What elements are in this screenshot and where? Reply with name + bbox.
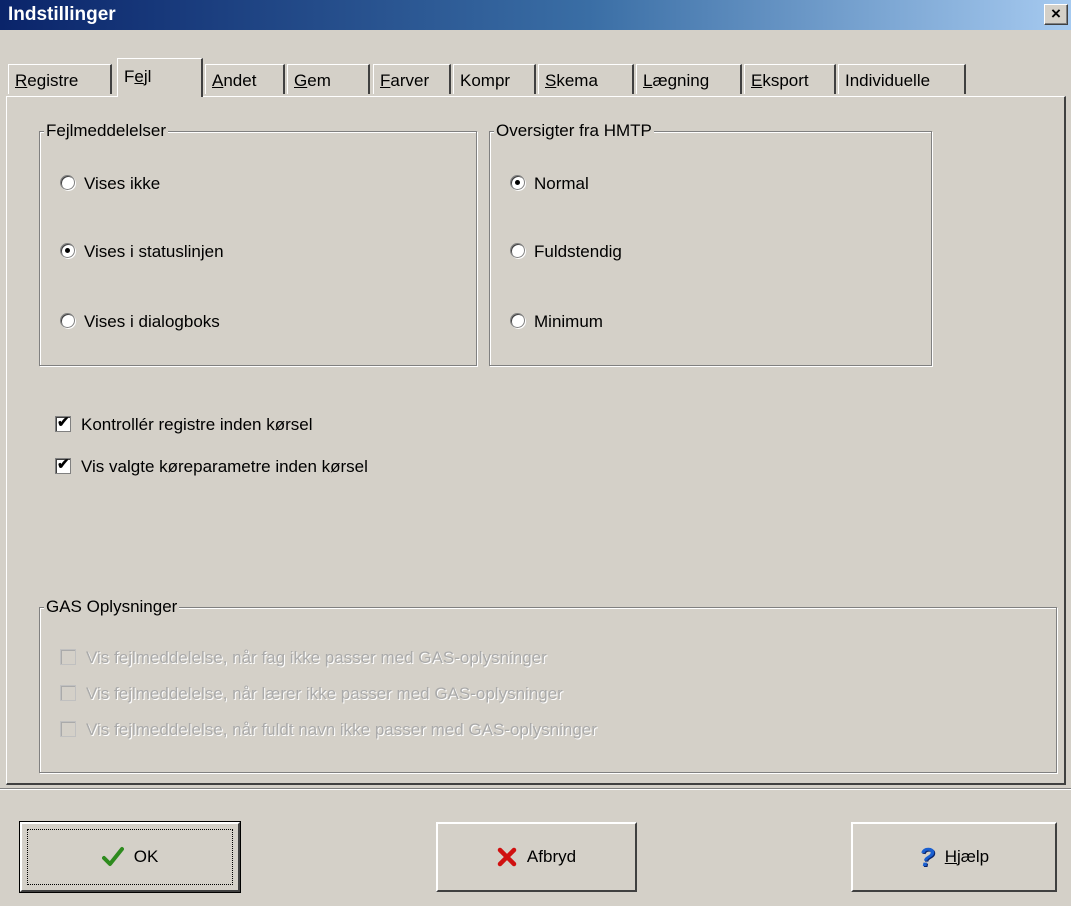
check-kontroller-registre[interactable]: Kontrollér registre inden kørsel <box>55 413 312 435</box>
fejlmeddelelser-title: Fejlmeddelelser <box>44 121 168 141</box>
help-label: Hjælp <box>944 847 990 866</box>
check-gas-fuldt-navn: Vis fejlmeddelelse, når fuldt navn ikke … <box>60 720 597 740</box>
cancel-label: Afbryd <box>526 847 577 866</box>
checkbox-disabled <box>60 649 76 665</box>
ok-button[interactable]: OK <box>19 821 241 893</box>
oversigter-group: Oversigter fra HMTP Normal Fuldstendig M… <box>489 121 932 366</box>
check-gas-laerer: Vis fejlmeddelelse, når lærer ikke passe… <box>60 684 563 704</box>
title-bar: Indstillinger × <box>0 0 1071 30</box>
tab-registre[interactable]: Registre <box>8 64 112 94</box>
checkbox-disabled <box>60 721 76 737</box>
tab-eksport[interactable]: Eksport <box>744 64 836 94</box>
gas-title: GAS Oplysninger <box>44 597 180 617</box>
focus-rectangle <box>27 829 233 885</box>
oversigter-title: Oversigter fra HMTP <box>494 121 654 141</box>
red-x-icon <box>497 847 517 867</box>
radio-vises-ikke[interactable]: Vises ikke <box>60 174 160 194</box>
radio-button[interactable] <box>510 313 525 328</box>
tab-fejl[interactable]: Fejl <box>117 58 203 97</box>
window-title: Indstillinger <box>8 4 116 25</box>
tab-gem[interactable]: Gem <box>287 64 370 94</box>
radio-button[interactable] <box>60 175 75 190</box>
check-gas-fag: Vis fejlmeddelelse, når fag ikke passer … <box>60 648 547 668</box>
checkbox-disabled <box>60 685 76 701</box>
check-vis-koereparametre[interactable]: Vis valgte køreparametre inden kørsel <box>55 455 368 477</box>
close-icon: × <box>1051 4 1061 23</box>
tab-skema[interactable]: Skema <box>538 64 634 94</box>
radio-minimum[interactable]: Minimum <box>510 312 603 332</box>
radio-vises-i-dialogboks[interactable]: Vises i dialogboks <box>60 312 220 332</box>
tab-laegning[interactable]: Lægning <box>636 64 742 94</box>
radio-normal[interactable]: Normal <box>510 174 589 194</box>
tab-farver[interactable]: Farver <box>373 64 451 94</box>
checkbox-checked[interactable] <box>55 413 71 432</box>
tab-andet[interactable]: Andet <box>205 64 285 94</box>
radio-button[interactable] <box>510 243 525 258</box>
tab-individuelle[interactable]: Individuelle <box>838 64 966 94</box>
tab-panel-fejl: Fejlmeddelelser Vises ikke Vises i statu… <box>6 96 1066 785</box>
radio-button[interactable] <box>60 313 75 328</box>
help-button[interactable]: ? Hjælp <box>851 822 1057 892</box>
radio-button-selected[interactable] <box>60 243 75 258</box>
close-button[interactable]: × <box>1044 4 1068 25</box>
tab-kompr[interactable]: Kompr <box>453 64 536 94</box>
radio-vises-i-statuslinjen[interactable]: Vises i statuslinjen <box>60 242 224 262</box>
cancel-button[interactable]: Afbryd <box>436 822 637 892</box>
radio-button-selected[interactable] <box>510 175 525 190</box>
separator <box>0 788 1071 790</box>
gas-oplysninger-group: GAS Oplysninger Vis fejlmeddelelse, når … <box>39 597 1057 773</box>
fejlmeddelelser-group: Fejlmeddelelser Vises ikke Vises i statu… <box>39 121 477 366</box>
checkbox-checked[interactable] <box>55 455 71 474</box>
question-mark-icon: ? <box>918 841 935 872</box>
radio-fuldstendig[interactable]: Fuldstendig <box>510 242 622 262</box>
